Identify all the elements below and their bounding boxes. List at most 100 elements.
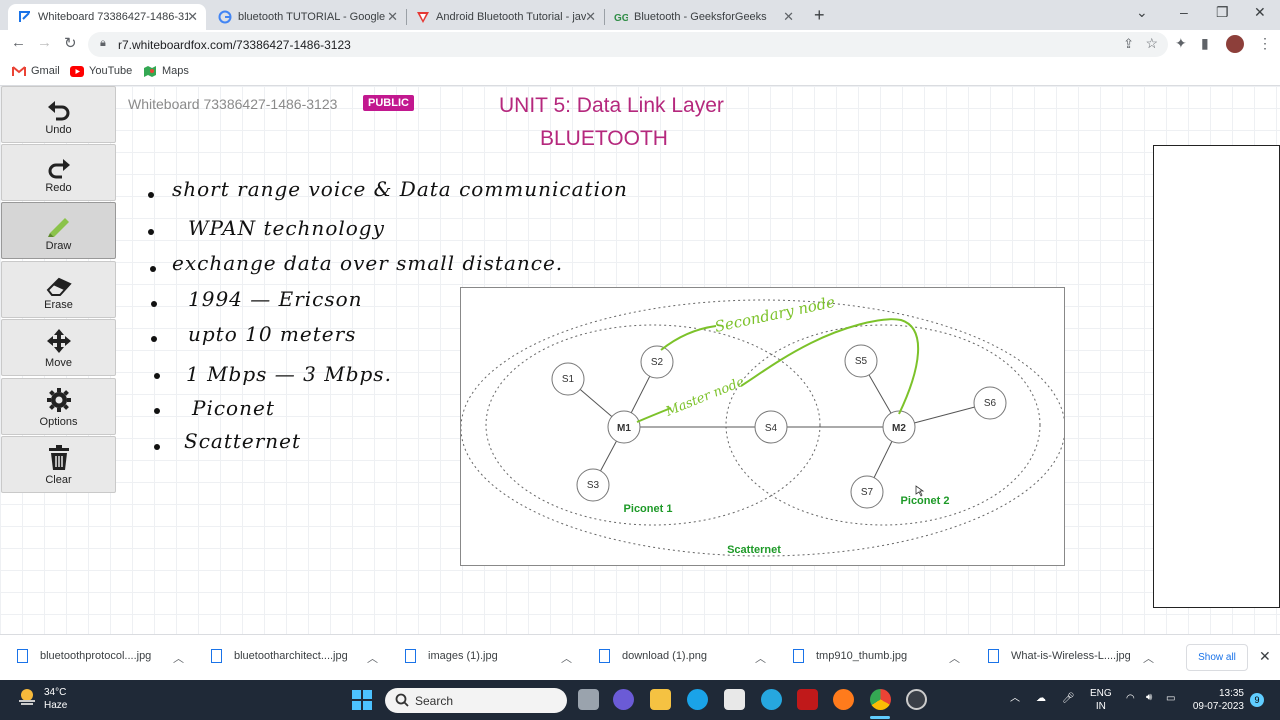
battery-icon[interactable]: ▭ xyxy=(1166,692,1175,705)
node-label-s4: S4 xyxy=(765,423,778,434)
file-explorer-icon[interactable] xyxy=(650,689,671,710)
cloud-icon[interactable]: ☁︎ xyxy=(1036,692,1046,705)
undo-label: Undo xyxy=(45,124,72,136)
side-panel-icon[interactable]: ▮ xyxy=(1201,35,1209,52)
bookmark-star-icon[interactable]: ☆ xyxy=(1145,35,1158,52)
erase-button[interactable]: Erase xyxy=(1,261,116,318)
show-all-button[interactable]: Show all xyxy=(1186,644,1248,671)
share-icon[interactable]: ⇪ xyxy=(1123,36,1134,52)
download-filename: download (1).png xyxy=(622,650,708,662)
tab-geeksforgeeks[interactable]: GG Bluetooth - GeeksforGeeks ✕ xyxy=(604,4,802,30)
node-label-m1: M1 xyxy=(617,423,631,434)
close-downloads-icon[interactable]: ✕ xyxy=(1259,648,1271,665)
browser-toolbar: ← → ↻ 🔒︎ r7.whiteboardfox.com/73386427-1… xyxy=(0,30,1280,59)
download-item[interactable]: bluetootharchitect....jpg ︿ xyxy=(211,649,378,665)
download-item[interactable]: download (1).png ︿ xyxy=(599,649,766,665)
clear-button[interactable]: Clear xyxy=(1,436,116,493)
node-label-s3: S3 xyxy=(587,480,600,491)
task-view-icon[interactable] xyxy=(578,689,599,710)
whiteboard-canvas[interactable]: Undo Redo Draw Erase Move Options Clear … xyxy=(0,86,1280,634)
volume-icon[interactable]: 🔊︎ xyxy=(1146,691,1152,704)
chevron-up-icon[interactable]: ︿ xyxy=(755,650,766,666)
new-tab-plus-icon[interactable]: + xyxy=(814,5,825,26)
taskbar-search[interactable]: Search xyxy=(385,688,567,713)
clear-label: Clear xyxy=(45,474,72,486)
chevron-up-icon[interactable]: ︿ xyxy=(561,650,572,666)
undo-button[interactable]: Undo xyxy=(1,86,116,143)
public-badge: PUBLIC xyxy=(363,95,414,111)
download-item[interactable]: bluetoothprotocol....jpg ︿ xyxy=(17,649,184,665)
secondary-annotation: Secondary node xyxy=(713,293,837,336)
node-label-m2: M2 xyxy=(892,423,906,434)
search-placeholder: Search xyxy=(415,693,454,708)
minimize-icon[interactable]: – xyxy=(1180,4,1188,20)
download-item[interactable]: tmp910_thumb.jpg ︿ xyxy=(793,649,960,665)
whiteboard-icon xyxy=(19,11,30,22)
bookmark-youtube[interactable]: YouTube xyxy=(70,65,132,77)
clock[interactable]: 13:35 09-07-2023 xyxy=(1190,687,1244,713)
note-bullet xyxy=(154,408,160,414)
file-icon xyxy=(599,649,610,663)
close-window-icon[interactable]: ✕ xyxy=(1254,4,1266,21)
windows-start-icon[interactable] xyxy=(352,690,372,710)
note-bullet xyxy=(150,266,156,272)
notification-badge[interactable]: 9 xyxy=(1250,693,1264,707)
file-icon xyxy=(405,649,416,663)
address-bar[interactable]: 🔒︎ r7.whiteboardfox.com/73386427-1486-31… xyxy=(88,32,1168,57)
clock-date: 09-07-2023 xyxy=(1192,701,1244,712)
app-icon[interactable] xyxy=(906,689,927,710)
chevron-up-icon[interactable]: ︿ xyxy=(367,650,378,666)
chevron-up-icon[interactable]: ︿ xyxy=(1143,650,1154,666)
youtube-icon xyxy=(70,65,84,77)
move-button[interactable]: Move xyxy=(1,319,116,376)
chevron-up-icon[interactable]: ︿ xyxy=(173,650,184,666)
close-tab-icon[interactable]: ✕ xyxy=(585,9,596,25)
bookmark-gmail[interactable]: Gmail xyxy=(12,65,60,77)
tab-javatpoint[interactable]: Android Bluetooth Tutorial - java ✕ xyxy=(406,4,604,30)
chevron-up-icon[interactable]: ︿ xyxy=(949,650,960,666)
avatar[interactable] xyxy=(1226,35,1244,53)
chevron-down-icon[interactable]: ⌄ xyxy=(1136,4,1148,21)
language-indicator[interactable]: ENG IN xyxy=(1090,687,1112,713)
edge-icon[interactable] xyxy=(687,689,708,710)
tab-google[interactable]: bluetooth TUTORIAL - Google Se ✕ xyxy=(208,4,406,30)
weather-widget[interactable]: 34°C Haze xyxy=(16,686,67,712)
firefox-icon[interactable] xyxy=(833,689,854,710)
draw-button[interactable]: Draw xyxy=(1,202,116,259)
store-icon[interactable] xyxy=(724,689,745,710)
tab-whiteboard[interactable]: Whiteboard 73386427-1486-312 ✕ xyxy=(8,4,206,30)
teams-chat-icon[interactable] xyxy=(613,689,634,710)
wifi-icon[interactable]: ◠ xyxy=(1126,692,1135,705)
close-tab-icon[interactable]: ✕ xyxy=(783,9,794,25)
reload-icon[interactable]: ↻ xyxy=(64,34,77,52)
options-button[interactable]: Options xyxy=(1,378,116,435)
pencil-icon xyxy=(47,218,69,237)
search-icon xyxy=(395,693,409,707)
download-item[interactable]: images (1).jpg ︿ xyxy=(405,649,572,665)
master-annotation: Master node xyxy=(663,375,747,421)
erase-label: Erase xyxy=(44,299,73,311)
gmail-icon xyxy=(12,65,26,76)
lock-icon: 🔒︎ xyxy=(100,37,106,49)
close-tab-icon[interactable]: ✕ xyxy=(187,9,198,25)
chevron-up-icon[interactable]: ︿ xyxy=(1010,692,1020,705)
chrome-icon[interactable] xyxy=(870,689,891,710)
language-code: ENG xyxy=(1090,688,1112,699)
close-tab-icon[interactable]: ✕ xyxy=(387,9,398,25)
geeksforgeeks-icon: GG xyxy=(614,13,628,24)
back-arrow-icon[interactable]: ← xyxy=(11,34,26,51)
note-line-6: 1 Mbps — 3 Mbps. xyxy=(186,362,392,386)
microphone-icon[interactable]: 🎤︎ xyxy=(1062,692,1075,705)
menu-kebab-icon[interactable]: ⋮ xyxy=(1258,35,1272,52)
draw-label: Draw xyxy=(45,240,72,252)
download-item[interactable]: What-is-Wireless-L....jpg ︿ xyxy=(988,649,1154,665)
extensions-puzzle-icon[interactable]: ✦ xyxy=(1175,35,1187,52)
mcafee-icon[interactable] xyxy=(797,689,818,710)
forward-arrow-icon[interactable]: → xyxy=(37,34,52,51)
redo-button[interactable]: Redo xyxy=(1,144,116,201)
undo-icon xyxy=(47,101,69,121)
note-line-8: Scatternet xyxy=(184,429,302,453)
maximize-icon[interactable]: ❐ xyxy=(1216,4,1229,21)
bookmark-maps[interactable]: Maps xyxy=(143,65,189,77)
app-icon[interactable] xyxy=(761,689,782,710)
